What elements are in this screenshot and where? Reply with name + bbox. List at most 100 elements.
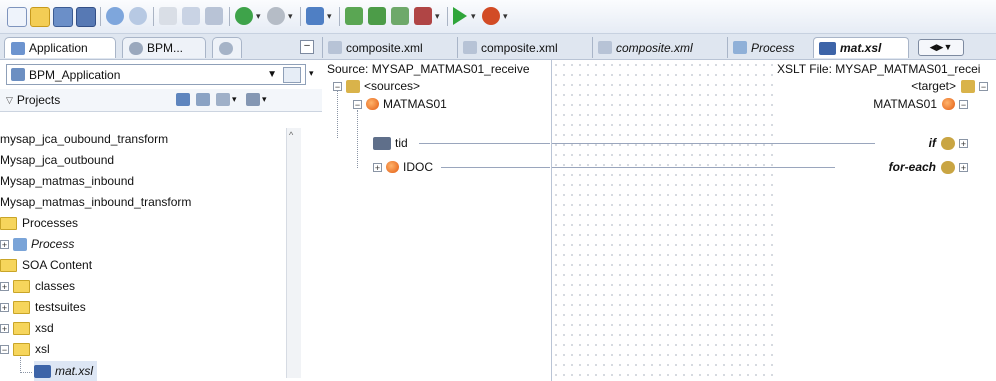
tab-composite-2[interactable]: composite.xml (457, 37, 592, 58)
application-icon (11, 41, 25, 55)
expand-icon[interactable]: + (0, 302, 9, 312)
tree-item-classes[interactable]: + classes (0, 276, 75, 296)
car-icon[interactable] (414, 7, 432, 25)
redo-icon[interactable] (129, 7, 147, 25)
target-node-if[interactable]: if + (929, 134, 972, 152)
undo-icon[interactable] (106, 7, 124, 25)
tree-item[interactable]: mysap_jca_oubound_transform (0, 129, 168, 149)
open-folder-icon[interactable] (30, 7, 50, 27)
source-node-label: IDOC (403, 160, 433, 174)
tree-item-process[interactable]: + Process (0, 234, 74, 254)
filter-icon[interactable] (216, 93, 230, 106)
target-node[interactable]: <target> − (911, 77, 992, 95)
copy-icon[interactable] (182, 7, 200, 25)
forward-icon[interactable] (267, 7, 285, 25)
application-selector[interactable]: BPM_Application ▼ (6, 64, 306, 85)
deploy-icon[interactable] (345, 7, 363, 25)
expand-icon[interactable]: + (0, 323, 9, 333)
source-node-idoc[interactable]: + IDOC (373, 158, 433, 176)
build-icon[interactable] (391, 7, 409, 25)
tree-item-label: classes (35, 279, 76, 293)
tree-item-xsd[interactable]: + xsd (0, 318, 54, 338)
tab-application[interactable]: Application (4, 37, 116, 58)
composite-file-icon (598, 41, 612, 54)
chevron-down-icon[interactable]: ▾ (435, 11, 440, 22)
composite-file-icon (463, 41, 477, 54)
sort-icon[interactable] (246, 93, 260, 106)
tree-item[interactable]: Mysap_matmas_inbound_transform (0, 192, 191, 212)
tree-item[interactable]: Mysap_jca_outbound (0, 150, 114, 170)
expand-icon[interactable]: + (0, 239, 9, 249)
tree-item-xsl[interactable]: − xsl (0, 339, 50, 359)
tree-connector (357, 110, 359, 168)
collapse-icon[interactable]: − (0, 344, 9, 354)
source-node-label: MATMAS01 (383, 97, 447, 111)
source-node[interactable]: − MATMAS01 (353, 95, 447, 113)
save-all-icon[interactable] (76, 7, 96, 27)
chevron-down-icon[interactable]: ▾ (256, 11, 261, 22)
chevron-down-icon[interactable]: ▾ (471, 11, 476, 22)
tree-scrollbar[interactable]: ^ (286, 128, 301, 378)
tab-mat-xsl[interactable]: mat.xsl (813, 37, 909, 58)
back-icon[interactable] (235, 7, 253, 25)
compile-icon[interactable] (368, 7, 386, 25)
expand-icon[interactable]: + (959, 162, 968, 172)
tab-scroll-arrows-icon[interactable]: ◀▶▼ (918, 39, 964, 56)
chevron-down-icon[interactable]: ▾ (288, 11, 293, 22)
run-icon[interactable] (453, 7, 467, 25)
scroll-up-icon[interactable]: ^ (289, 130, 293, 140)
toolbar-separator (447, 7, 448, 26)
tree-item-testsuites[interactable]: + testsuites (0, 297, 86, 317)
chevron-down-icon[interactable]: ▼ (267, 69, 277, 80)
minimize-icon[interactable]: – (300, 40, 314, 54)
expand-icon[interactable]: + (373, 162, 382, 172)
target-node[interactable]: MATMAS01 − (873, 95, 972, 113)
tab-composite-3[interactable]: composite.xml (592, 37, 727, 58)
element-icon (942, 98, 955, 110)
tab-resources[interactable] (212, 37, 242, 58)
debug-bug-icon[interactable] (482, 7, 500, 25)
toolbar-separator (300, 7, 301, 26)
new-file-icon[interactable] (7, 7, 27, 27)
tree-connector (20, 357, 22, 373)
chevron-down-icon[interactable]: ▾ (327, 11, 332, 22)
target-node-label: if (928, 136, 936, 150)
tree-item-soa-content[interactable]: SOA Content (0, 255, 92, 275)
tab-process[interactable]: Process (727, 37, 811, 58)
tree-item-mat-xsl[interactable]: mat.xsl (34, 361, 98, 381)
tree-item[interactable]: Mysap_matmas_inbound (0, 171, 134, 191)
source-node-tid[interactable]: tid (373, 134, 408, 152)
application-icon (11, 68, 25, 81)
chevron-down-icon[interactable]: ▾ (503, 11, 508, 22)
source-node[interactable]: − <sources> (333, 77, 420, 95)
tab-label: composite.xml (346, 40, 423, 55)
target-node-for-each[interactable]: for-each + (889, 158, 972, 176)
tree-item-processes[interactable]: Processes (0, 213, 78, 233)
tab-bpm[interactable]: BPM... (122, 37, 206, 58)
cut-icon[interactable] (159, 7, 177, 25)
toolbar-separator (229, 7, 230, 26)
element-icon (366, 98, 379, 110)
mapping-canvas[interactable] (551, 60, 774, 381)
refresh-icon[interactable] (196, 93, 210, 106)
collapse-icon[interactable]: − (979, 81, 988, 91)
folder-icon (0, 216, 17, 230)
expand-icon[interactable]: + (0, 281, 9, 291)
application-menu-icon[interactable] (283, 66, 301, 83)
chevron-down-icon[interactable]: ▾ (309, 68, 314, 79)
paste-icon[interactable] (205, 7, 223, 25)
save-icon[interactable] (53, 7, 73, 27)
chevron-down-icon[interactable]: ▾ (232, 94, 237, 105)
debug-agent-icon[interactable] (306, 7, 324, 25)
expand-icon[interactable]: + (959, 138, 968, 148)
collapse-icon[interactable]: − (353, 99, 362, 109)
collapse-icon[interactable]: − (959, 99, 968, 109)
search-icon[interactable] (176, 93, 190, 106)
application-selector-value: BPM_Application (29, 67, 121, 82)
chevron-down-icon[interactable]: ▾ (262, 94, 267, 105)
tab-composite-1[interactable]: composite.xml (322, 37, 457, 58)
projects-bar: ▽ Projects ▾ ▾ (0, 89, 322, 112)
mapping-line (773, 143, 875, 144)
folder-icon (13, 279, 30, 293)
collapse-triangle-icon[interactable]: ▽ (6, 95, 13, 106)
